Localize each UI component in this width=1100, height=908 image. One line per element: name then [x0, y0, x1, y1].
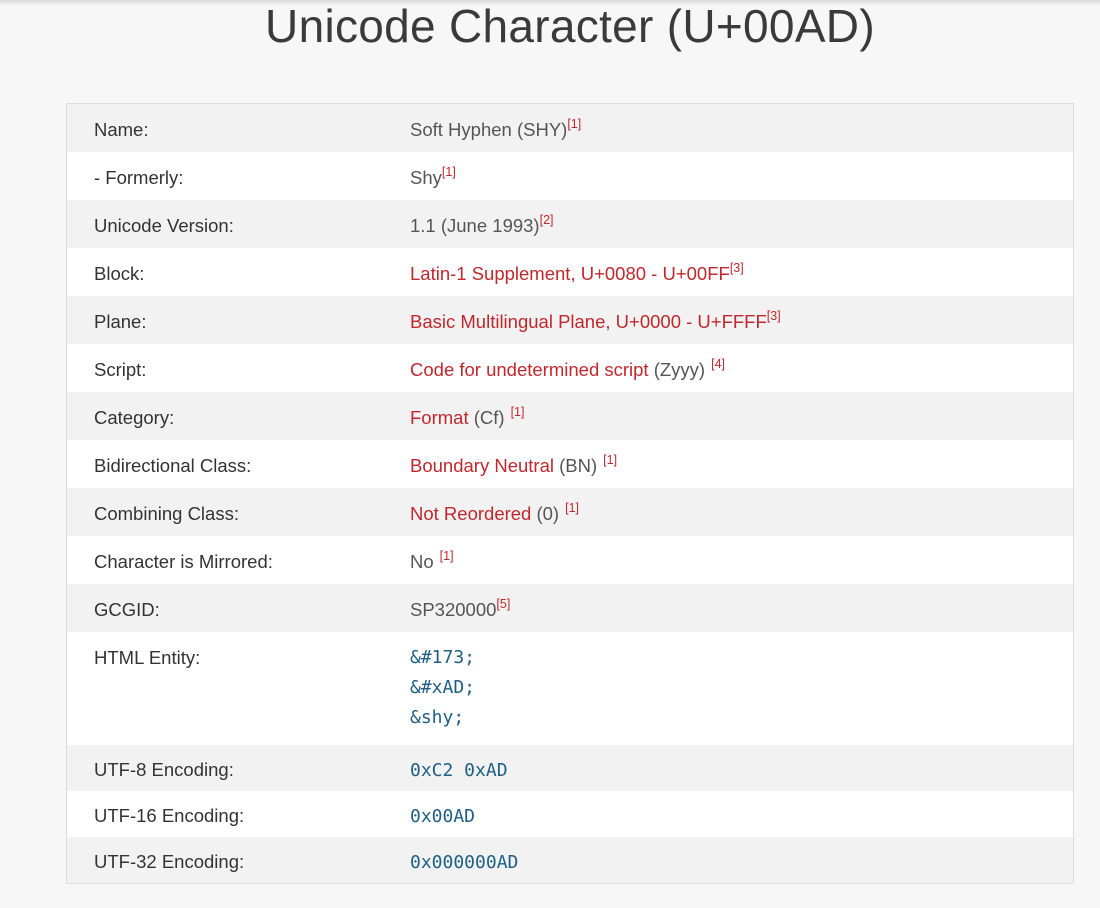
html-entity-named: &shy;: [410, 707, 465, 728]
unicode-version-label: Unicode Version:: [94, 215, 234, 236]
gcgid-ref-link[interactable]: [5]: [496, 597, 510, 611]
name-ref-link[interactable]: [1]: [567, 117, 581, 131]
html-entity-decimal: &#173;: [410, 647, 476, 668]
row-mirrored: Character is Mirrored: No [1]: [67, 536, 1073, 584]
row-gcgid: GCGID: SP320000[5]: [67, 584, 1073, 632]
script-label: Script:: [94, 359, 147, 380]
row-bidirectional-class: Bidirectional Class: Boundary Neutral (B…: [67, 440, 1073, 488]
formerly-value: Shy: [410, 167, 442, 188]
script-code: (Zyyy): [648, 359, 706, 380]
unicode-version-value-cell: 1.1 (June 1993)[2]: [410, 214, 1073, 248]
utf32-encoding-value-cell: 0x000000AD: [410, 850, 1073, 883]
combining-class-value-cell: Not Reordered (0) [1]: [410, 502, 1073, 536]
combining-class-code: (0): [531, 503, 560, 524]
block-label: Block:: [94, 263, 145, 284]
name-value: Soft Hyphen (SHY): [410, 119, 568, 140]
bidirectional-class-ref-link[interactable]: [1]: [603, 453, 617, 467]
name-label: Name:: [94, 119, 149, 140]
formerly-ref-link[interactable]: [1]: [442, 165, 456, 179]
utf32-encoding-label: UTF-32 Encoding:: [94, 851, 245, 872]
combining-class-link[interactable]: Not Reordered: [410, 503, 531, 524]
name-value-cell: Soft Hyphen (SHY)[1]: [410, 118, 1073, 152]
plane-value-cell: Basic Multilingual Plane, U+0000 - U+FFF…: [410, 310, 1073, 344]
utf32-encoding-value: 0x000000AD: [410, 852, 519, 873]
combining-class-ref-link[interactable]: [1]: [565, 501, 579, 515]
formerly-label: - Formerly:: [94, 167, 184, 188]
category-code: (Cf): [468, 407, 505, 428]
row-utf16-encoding: UTF-16 Encoding: 0x00AD: [67, 791, 1073, 837]
bidirectional-class-code: (BN): [553, 455, 598, 476]
row-unicode-version: Unicode Version: 1.1 (June 1993)[2]: [67, 200, 1073, 248]
utf8-encoding-value: 0xC2 0xAD: [410, 760, 508, 781]
block-ref-link[interactable]: [3]: [730, 261, 744, 275]
row-combining-class: Combining Class: Not Reordered (0) [1]: [67, 488, 1073, 536]
script-ref-link[interactable]: [4]: [711, 357, 725, 371]
script-link[interactable]: Code for undetermined script: [410, 359, 649, 380]
page-title: Unicode Character (U+00AD): [265, 0, 875, 52]
combining-class-label: Combining Class:: [94, 503, 239, 524]
row-category: Category: Format (Cf) [1]: [67, 392, 1073, 440]
row-utf32-encoding: UTF-32 Encoding: 0x000000AD: [67, 837, 1073, 883]
character-properties-table: Name: Soft Hyphen (SHY)[1] - Formerly: S…: [66, 103, 1074, 884]
row-formerly: - Formerly: Shy[1]: [67, 152, 1073, 200]
formerly-value-cell: Shy[1]: [410, 166, 1073, 200]
row-name: Name: Soft Hyphen (SHY)[1]: [67, 104, 1073, 152]
category-value-cell: Format (Cf) [1]: [410, 406, 1073, 440]
category-label: Category:: [94, 407, 175, 428]
gcgid-value: SP320000: [410, 599, 497, 620]
bidirectional-class-link[interactable]: Boundary Neutral: [410, 455, 554, 476]
block-link[interactable]: Latin-1 Supplement, U+0080 - U+00FF: [410, 263, 730, 284]
mirrored-value-cell: No [1]: [410, 550, 1073, 584]
row-plane: Plane: Basic Multilingual Plane, U+0000 …: [67, 296, 1073, 344]
row-html-entity: HTML Entity: &#173; &#xAD; &shy;: [67, 632, 1073, 745]
plane-ref-link[interactable]: [3]: [767, 309, 781, 323]
utf8-encoding-label: UTF-8 Encoding:: [94, 759, 234, 780]
plane-link[interactable]: Basic Multilingual Plane, U+0000 - U+FFF…: [410, 311, 767, 332]
gcgid-value-cell: SP320000[5]: [410, 598, 1073, 632]
utf16-encoding-value-cell: 0x00AD: [410, 804, 1073, 837]
category-link[interactable]: Format: [410, 407, 469, 428]
block-value-cell: Latin-1 Supplement, U+0080 - U+00FF[3]: [410, 262, 1073, 296]
row-script: Script: Code for undetermined script (Zy…: [67, 344, 1073, 392]
unicode-version-value: 1.1 (June 1993): [410, 215, 540, 236]
row-utf8-encoding: UTF-8 Encoding: 0xC2 0xAD: [67, 745, 1073, 791]
mirrored-value: No: [410, 551, 434, 572]
gcgid-label: GCGID:: [94, 599, 160, 620]
html-entity-label: HTML Entity:: [94, 647, 201, 668]
utf16-encoding-value: 0x00AD: [410, 806, 476, 827]
html-entity-hex: &#xAD;: [410, 677, 476, 698]
mirrored-label: Character is Mirrored:: [94, 551, 273, 572]
category-ref-link[interactable]: [1]: [511, 405, 525, 419]
plane-label: Plane:: [94, 311, 147, 332]
utf8-encoding-value-cell: 0xC2 0xAD: [410, 758, 1073, 791]
unicode-version-ref-link[interactable]: [2]: [540, 213, 554, 227]
bidirectional-class-value-cell: Boundary Neutral (BN) [1]: [410, 454, 1073, 488]
mirrored-ref-link[interactable]: [1]: [440, 549, 454, 563]
utf16-encoding-label: UTF-16 Encoding:: [94, 805, 245, 826]
bidirectional-class-label: Bidirectional Class:: [94, 455, 252, 476]
row-block: Block: Latin-1 Supplement, U+0080 - U+00…: [67, 248, 1073, 296]
script-value-cell: Code for undetermined script (Zyyy) [4]: [410, 358, 1073, 392]
html-entity-list: &#173; &#xAD; &shy;: [410, 643, 1073, 745]
